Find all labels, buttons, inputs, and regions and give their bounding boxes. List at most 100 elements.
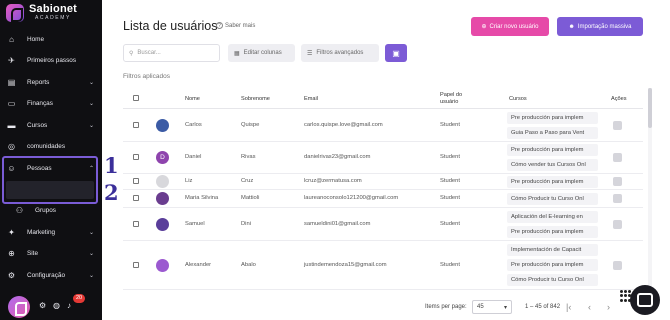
sidebar-item-home[interactable]: ⌂ Home: [0, 30, 102, 48]
trash-icon[interactable]: [613, 260, 622, 270]
edit-columns-button[interactable]: ▦ Editar colunas: [228, 44, 295, 62]
course-chip[interactable]: Pre producción para implem: [507, 144, 598, 156]
caret-down-icon: ▾: [503, 304, 507, 311]
brand-logo[interactable]: Sabionet ACADEMY: [6, 3, 96, 25]
row-checkbox[interactable]: [133, 261, 139, 268]
row-checkbox[interactable]: [133, 195, 139, 201]
sidebar-item-configuracao[interactable]: ⚙ Configuração ⌄: [0, 266, 102, 284]
sidebar-item-comunidades[interactable]: ◎ comunidades: [0, 137, 102, 155]
help-icon[interactable]: ◍: [53, 301, 60, 310]
cell-email[interactable]: justindemendoza15@gmail.com: [304, 262, 387, 268]
sidebar-item-primeiros-passos[interactable]: ✈ Primeiros passos: [0, 51, 102, 69]
course-chip[interactable]: Pre producción para implem: [507, 225, 598, 238]
cell-email[interactable]: lcruz@zermatusa.com: [304, 178, 362, 184]
cell-name: Carlos: [185, 121, 202, 128]
save-icon: ▣: [392, 48, 400, 58]
items-per-page-select[interactable]: 45 ▾: [472, 300, 512, 314]
course-chip[interactable]: Aplicación del E-learning en: [507, 210, 598, 223]
sidebar-item-cursos[interactable]: ▬ Cursos ⌄: [0, 116, 102, 134]
course-chip[interactable]: Guia Paso a Paso para Vent: [507, 126, 598, 139]
table-row[interactable]: Maria Silvina Mattioli laureanoconsolo1212…: [123, 190, 643, 208]
column-header-surname[interactable]: Sobrenome: [241, 96, 270, 103]
next-page-icon[interactable]: ›: [607, 302, 610, 312]
chevron-icon[interactable]: ⌄: [89, 229, 94, 236]
sidebar-item-site[interactable]: ⊕ Site ⌄: [0, 244, 102, 262]
help-link[interactable]: ? Saber mais: [216, 22, 255, 29]
cell-email[interactable]: samueldini01@gmail.com: [304, 221, 370, 227]
account-avatar[interactable]: [8, 296, 30, 318]
course-chip[interactable]: Implementación de Capacit: [507, 244, 598, 256]
column-header-email[interactable]: Email: [304, 96, 318, 103]
course-chip[interactable]: Pre producción para implem: [507, 175, 598, 188]
avatar: [156, 118, 169, 132]
chevron-icon[interactable]: ⌄: [89, 122, 94, 129]
sidebar-footer: ⚙ ◍ ♪ 20: [0, 290, 102, 320]
column-header-courses[interactable]: Cursos: [509, 96, 527, 103]
create-user-button[interactable]: ⊕ Criar novo usuário: [471, 17, 549, 36]
save-button[interactable]: ▣: [385, 44, 407, 62]
settings-icon[interactable]: ⚙: [39, 301, 46, 310]
column-header-name[interactable]: Nome: [185, 96, 200, 103]
table-row[interactable]: Alexander Abalo justindemendoza15@gmail.co…: [123, 241, 643, 290]
site-icon: ⊕: [8, 248, 15, 258]
chevron-icon[interactable]: ⌄: [89, 100, 94, 107]
chevron-icon[interactable]: ⌄: [89, 250, 94, 257]
brand-name: Sabionet: [29, 3, 78, 15]
trash-icon[interactable]: [613, 219, 622, 229]
table-row[interactable]: Samuel Dini samueldini01@gmail.com Student A…: [123, 208, 643, 241]
course-chip[interactable]: Cómo vender tus Cursos Onl: [507, 159, 598, 171]
cell-email[interactable]: danielrivas23@gmail.com: [304, 154, 370, 160]
table-row[interactable]: D Daniel Rivas danielrivas23@gmail.com Stude…: [123, 142, 643, 174]
course-chip[interactable]: Cómo Producir tu Curso Onl: [507, 192, 598, 205]
chevron-icon[interactable]: ⌄: [89, 79, 94, 86]
columns-icon: ▦: [234, 50, 240, 57]
annotation-highlight-box: [2, 156, 98, 204]
cell-surname: Cruz: [241, 178, 254, 184]
bulk-import-button[interactable]: ☻ Importação massiva: [557, 17, 643, 36]
bell-icon[interactable]: ♪: [67, 301, 71, 310]
column-header-role[interactable]: Papel do usuário: [440, 92, 470, 106]
cell-surname: Rivas: [241, 154, 256, 160]
course-chip[interactable]: Pre producción para implem: [507, 259, 598, 271]
sidebar-item-marketing[interactable]: ✦ Marketing ⌄: [0, 223, 102, 241]
trash-icon[interactable]: [613, 194, 622, 203]
first-page-icon[interactable]: |‹: [566, 302, 571, 312]
select-all-checkbox[interactable]: [133, 95, 139, 101]
trash-icon[interactable]: [613, 120, 622, 130]
course-chip[interactable]: Cómo Producir tu Curso Onl: [507, 274, 598, 286]
row-checkbox[interactable]: [133, 121, 139, 128]
chevron-icon[interactable]: ⌄: [89, 272, 94, 279]
marketing-icon: ✦: [8, 227, 15, 237]
trash-icon[interactable]: [613, 177, 622, 186]
edit-columns-label: Editar colunas: [243, 50, 282, 56]
cell-email[interactable]: laureanoconsolo121200@gmail.com: [304, 195, 398, 201]
trash-icon[interactable]: [613, 153, 622, 162]
cell-role: Student: [440, 154, 460, 160]
sidebar-item-financas[interactable]: ▭ Finanças ⌄: [0, 94, 102, 112]
sidebar-item-reports[interactable]: ▤ Reports ⌄: [0, 73, 102, 91]
add-user-icon: ☻: [568, 23, 575, 30]
chat-support-button[interactable]: [630, 285, 660, 315]
cell-role: Student: [440, 195, 460, 201]
settings-icon: ⚙: [7, 270, 16, 280]
cell-name: Maria Silvina: [185, 195, 219, 201]
sidebar-item-label: Configuração: [27, 271, 66, 279]
advanced-filters-button[interactable]: ☰ Filtros avançados: [301, 44, 379, 62]
avatar: D: [156, 151, 169, 164]
applied-filters-label: Filtros aplicados: [123, 73, 170, 80]
table-row[interactable]: Carlos Quispe carlos.quispe.love@gmail.com…: [123, 109, 643, 142]
cell-email[interactable]: carlos.quispe.love@gmail.com: [304, 122, 383, 128]
cell-role: Student: [440, 178, 460, 184]
avatar: [156, 217, 169, 231]
cell-name: Alexander: [185, 261, 212, 268]
table-row[interactable]: Liz Cruz lcruz@zermatusa.com Student Pre pro…: [123, 174, 643, 190]
annotation-number-one: 1: [104, 153, 119, 178]
row-checkbox[interactable]: [133, 220, 139, 227]
cell-surname: Mattioli: [241, 195, 260, 201]
course-chip[interactable]: Pre producción para implem: [507, 111, 598, 124]
row-checkbox[interactable]: [133, 178, 139, 184]
previous-page-icon[interactable]: ‹: [588, 302, 591, 312]
table-scrollbar-thumb[interactable]: [648, 88, 652, 128]
row-checkbox[interactable]: [133, 154, 139, 160]
search-input[interactable]: ⚲ Buscar...: [123, 44, 220, 62]
